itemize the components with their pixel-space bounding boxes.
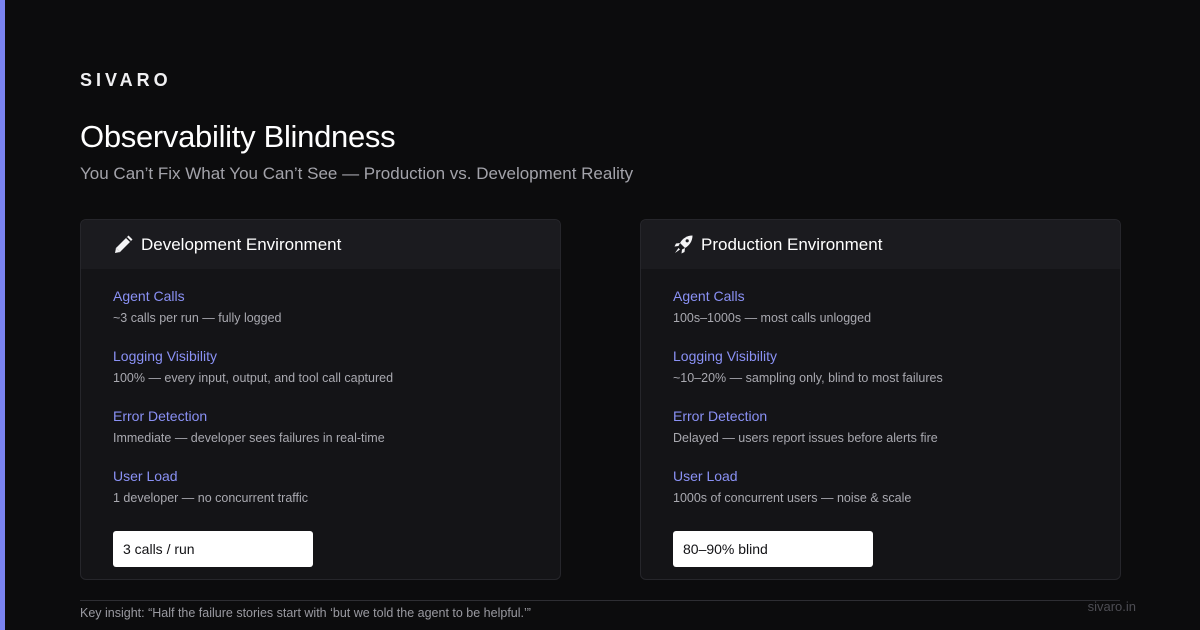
metric-value: Immediate — developer sees failures in r… — [113, 431, 385, 445]
metric-label: User Load — [113, 468, 178, 484]
metric-row: User Load 1 developer — no concurrent tr… — [113, 468, 528, 528]
pencil-icon — [113, 234, 134, 255]
card-title: Development Environment — [141, 234, 342, 254]
footer-url: sivaro.in — [1087, 599, 1136, 614]
metric-value: Delayed — users report issues before ale… — [673, 431, 938, 445]
metric-label: Error Detection — [673, 408, 768, 424]
accent-bar — [0, 0, 5, 630]
rocket-icon — [673, 234, 694, 255]
metric-list: Agent Calls ~3 calls per run — fully log… — [81, 269, 560, 528]
metric-row: Logging Visibility 100% — every input, o… — [113, 348, 528, 408]
key-insight: Key insight: “Half the failure stories s… — [80, 606, 531, 620]
card-header: Production Environment — [641, 220, 1120, 269]
metric-row: Error Detection Immediate — developer se… — [113, 408, 528, 468]
card-header: Development Environment — [81, 220, 560, 269]
metric-label: Logging Visibility — [673, 348, 778, 364]
metric-row: Agent Calls 100s–1000s — most calls unlo… — [673, 288, 1088, 348]
summary-badge: 3 calls / run — [113, 531, 313, 567]
development-card: Development Environment Agent Calls ~3 c… — [80, 219, 561, 580]
slide: SIVARO Observability Blindness You Can’t… — [0, 0, 1200, 630]
production-card: Production Environment Agent Calls 100s–… — [640, 219, 1121, 580]
metric-value: ~3 calls per run — fully logged — [113, 311, 282, 325]
metric-value: ~10–20% — sampling only, blind to most f… — [673, 371, 943, 385]
footer-divider — [80, 600, 1120, 601]
page-title: Observability Blindness — [80, 119, 396, 154]
metric-label: Error Detection — [113, 408, 208, 424]
brand-logo: SIVARO — [80, 70, 172, 90]
page-subtitle: You Can’t Fix What You Can’t See — Produ… — [80, 164, 634, 183]
metric-row: Logging Visibility ~10–20% — sampling on… — [673, 348, 1088, 408]
metric-value: 100s–1000s — most calls unlogged — [673, 311, 872, 325]
metric-label: Agent Calls — [673, 288, 745, 304]
metric-row: Agent Calls ~3 calls per run — fully log… — [113, 288, 528, 348]
metric-label: Logging Visibility — [113, 348, 218, 364]
metric-label: Agent Calls — [113, 288, 185, 304]
metric-list: Agent Calls 100s–1000s — most calls unlo… — [641, 269, 1120, 528]
metric-value: 100% — every input, output, and tool cal… — [113, 371, 394, 385]
card-title: Production Environment — [701, 234, 883, 254]
metric-value: 1000s of concurrent users — noise & scal… — [673, 491, 912, 505]
metric-row: User Load 1000s of concurrent users — no… — [673, 468, 1088, 528]
metric-value: 1 developer — no concurrent traffic — [113, 491, 309, 505]
summary-badge: 80–90% blind — [673, 531, 873, 567]
metric-row: Error Detection Delayed — users report i… — [673, 408, 1088, 468]
metric-label: User Load — [673, 468, 738, 484]
